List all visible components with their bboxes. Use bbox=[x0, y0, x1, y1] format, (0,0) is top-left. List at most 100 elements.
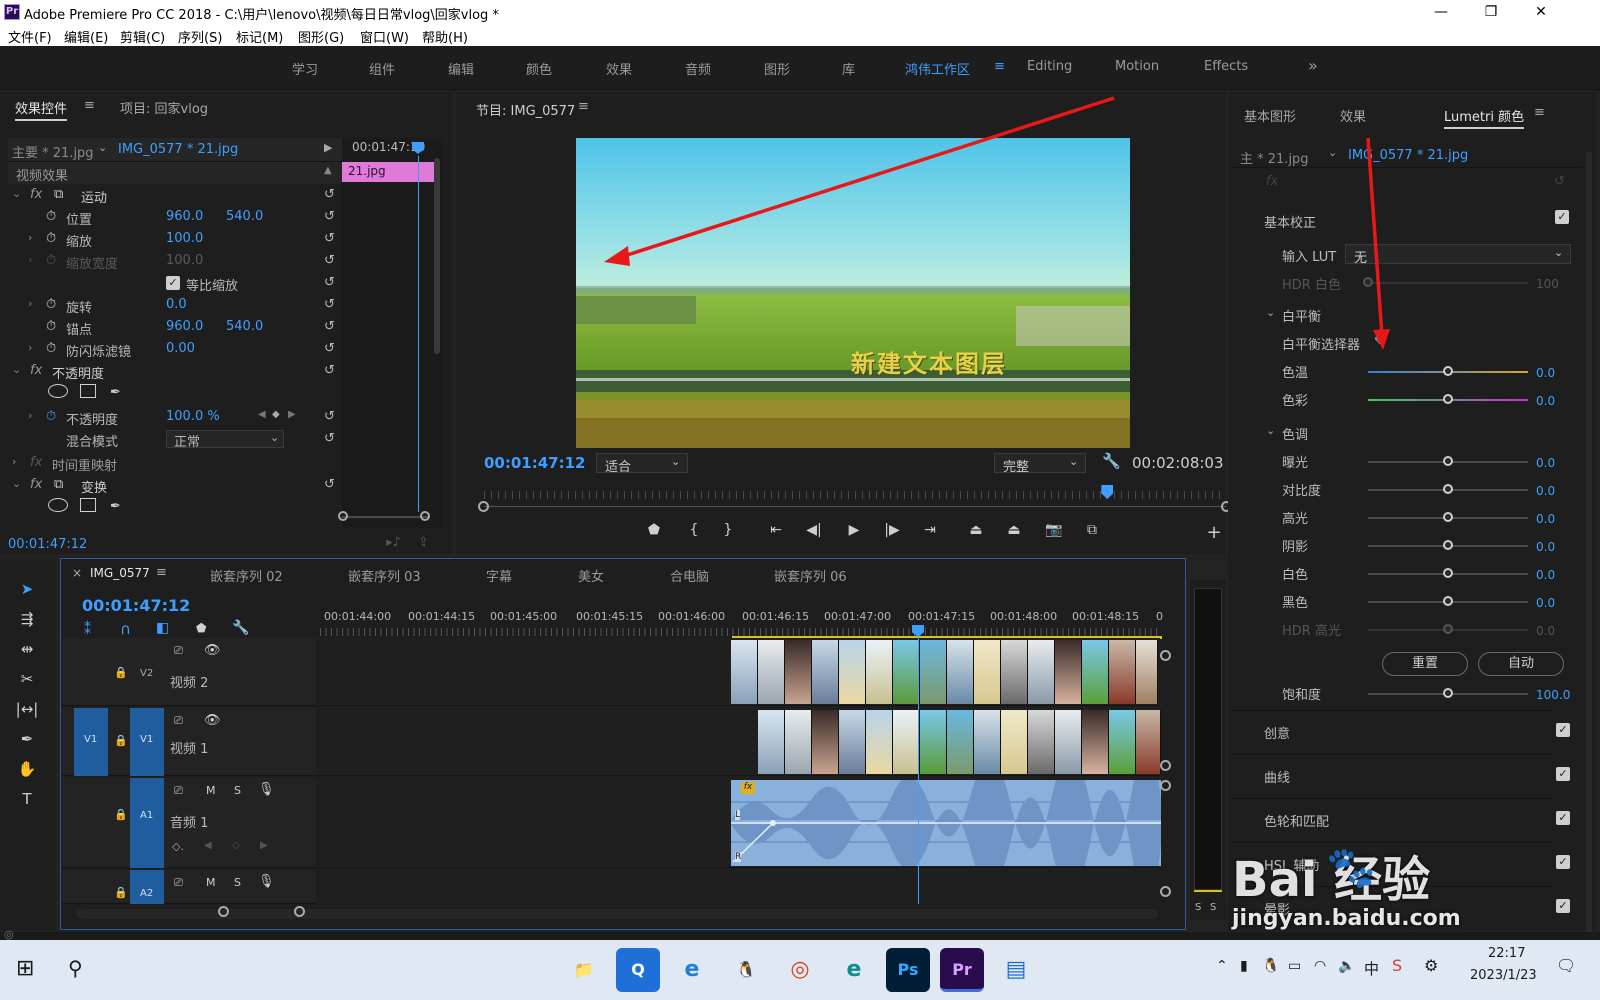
tray-chevron-icon[interactable]: ⌃ bbox=[1216, 958, 1228, 974]
temperature-value[interactable]: 0.0 bbox=[1536, 366, 1555, 380]
clip-thumbnail[interactable] bbox=[1001, 640, 1028, 704]
hsl-checkbox[interactable]: ✓ bbox=[1556, 855, 1570, 869]
track-target-v1[interactable]: V1 bbox=[130, 708, 164, 776]
clip-thumbnail[interactable] bbox=[1028, 710, 1055, 774]
timeline-tab-computer[interactable]: 合电脑 bbox=[670, 566, 709, 585]
panel-menu-icon[interactable]: ≡ bbox=[156, 565, 167, 580]
clip-thumbnail[interactable] bbox=[785, 710, 812, 774]
ec-time-remap-row[interactable]: › fx 时间重映射 bbox=[8, 452, 342, 474]
shadows-knob[interactable] bbox=[1443, 540, 1453, 550]
snap-magnet-icon[interactable]: ∩ bbox=[120, 620, 131, 638]
menu-window[interactable]: 窗口(W) bbox=[360, 27, 409, 46]
toggle-sync-lock-icon[interactable]: ⎚ bbox=[174, 876, 183, 890]
timeline-ruler[interactable]: 00:01:44:00 00:01:44:15 00:01:45:00 00:0… bbox=[320, 608, 1163, 639]
basic-correction-header[interactable]: 基本校正 bbox=[1264, 212, 1316, 231]
chevron-right-icon[interactable]: › bbox=[28, 231, 32, 244]
go-to-in-icon[interactable]: ⇤ bbox=[766, 522, 786, 542]
workspace-effects-cn[interactable]: 效果 bbox=[606, 59, 632, 78]
input-lut-select[interactable]: 无 ⌄ bbox=[1345, 244, 1571, 266]
ec-motion-row[interactable]: ⌄ fx ⧉ 运动 ↺ bbox=[8, 184, 342, 206]
shadows-value[interactable]: 0.0 bbox=[1536, 540, 1555, 554]
ec-scrollbar[interactable] bbox=[434, 158, 440, 354]
reset-icon[interactable]: ↺ bbox=[324, 187, 335, 202]
hamburger-icon[interactable]: ≡ bbox=[994, 59, 1005, 74]
chevron-right-icon[interactable]: › bbox=[28, 341, 32, 354]
quality-select[interactable]: 完整 ⌄ bbox=[994, 453, 1086, 475]
fit-select[interactable]: 适合 ⌄ bbox=[596, 453, 688, 475]
exposure-knob[interactable] bbox=[1443, 456, 1453, 466]
vignette-checkbox[interactable]: ✓ bbox=[1556, 899, 1570, 913]
compare-icon[interactable]: ⧉ bbox=[1082, 522, 1102, 542]
ec-master-clip[interactable]: 主要 * 21.jpg bbox=[12, 142, 94, 161]
add-keyframe-icon[interactable]: ◆ bbox=[272, 409, 280, 420]
ellipse-mask-icon[interactable] bbox=[48, 498, 68, 512]
chrome-icon[interactable]: ◎ bbox=[778, 948, 822, 992]
timeline-tab-nest-06[interactable]: 嵌套序列 06 bbox=[774, 566, 847, 585]
stopwatch-icon[interactable]: ⏱ bbox=[46, 297, 56, 312]
section-color-wheels[interactable]: 色轮和匹配 ✓ bbox=[1232, 798, 1570, 842]
track-target-a2[interactable]: A2 bbox=[130, 870, 164, 904]
rectangle-mask-icon[interactable] bbox=[80, 384, 96, 398]
lock-icon[interactable]: 🔒 bbox=[114, 886, 128, 899]
reset-icon[interactable]: ↺ bbox=[1554, 174, 1565, 189]
eye-icon[interactable]: 👁 bbox=[204, 643, 221, 658]
highlights-value[interactable]: 0.0 bbox=[1536, 512, 1555, 526]
contrast-value[interactable]: 0.0 bbox=[1536, 484, 1555, 498]
mute-button[interactable]: M bbox=[206, 876, 216, 889]
workspace-audio[interactable]: 音频 bbox=[685, 59, 711, 78]
next-keyframe-icon[interactable]: ▶ bbox=[260, 840, 268, 851]
exposure-value[interactable]: 0.0 bbox=[1536, 456, 1555, 470]
rectangle-mask-icon[interactable] bbox=[80, 498, 96, 512]
ellipse-mask-icon[interactable] bbox=[48, 384, 68, 398]
whites-value[interactable]: 0.0 bbox=[1536, 568, 1555, 582]
chevron-right-icon[interactable]: › bbox=[12, 455, 16, 468]
position-y-value[interactable]: 540.0 bbox=[226, 209, 263, 224]
reset-icon[interactable]: ↺ bbox=[324, 477, 335, 492]
track-lane-a2[interactable] bbox=[318, 870, 1160, 904]
whites-knob[interactable] bbox=[1443, 568, 1453, 578]
chevron-open-icon[interactable]: ⌄ bbox=[12, 477, 21, 490]
saturation-knob[interactable] bbox=[1443, 688, 1453, 698]
transform-box-icon[interactable]: ⧉ bbox=[54, 187, 63, 202]
scale-value[interactable]: 100.0 bbox=[166, 231, 203, 246]
timeline-tab-subtitles[interactable]: 字幕 bbox=[486, 566, 512, 585]
mark-in-icon[interactable]: { bbox=[684, 522, 704, 542]
workspace-motion[interactable]: Motion bbox=[1115, 59, 1159, 74]
clip-strip-v2[interactable] bbox=[731, 640, 1161, 704]
program-timecode[interactable]: 00:01:47:12 bbox=[484, 454, 586, 472]
clip-thumbnail[interactable] bbox=[947, 710, 974, 774]
pen-mask-icon[interactable]: ✒ bbox=[110, 499, 121, 514]
a-zoom-handle[interactable] bbox=[1160, 780, 1171, 791]
ec-clip-bar[interactable]: 21.jpg bbox=[342, 162, 438, 182]
fx-badge[interactable]: fx bbox=[741, 782, 755, 794]
prev-keyframe-icon[interactable]: ◀ bbox=[258, 409, 266, 420]
reset-icon[interactable]: ↺ bbox=[324, 231, 335, 246]
lift-icon[interactable]: ⏏ bbox=[966, 522, 986, 542]
ec-zoom-bar[interactable] bbox=[342, 516, 428, 518]
tray-volume-icon[interactable]: 🔈 bbox=[1338, 958, 1355, 974]
clip-thumbnail[interactable] bbox=[974, 640, 1001, 704]
overlay-text-layer[interactable]: 新建文本图层 bbox=[851, 344, 1007, 379]
clip-thumbnail[interactable] bbox=[1109, 640, 1136, 704]
transform-box-icon[interactable]: ⧉ bbox=[54, 477, 63, 492]
workspace-custom[interactable]: 鸿伟工作区 bbox=[905, 59, 970, 78]
timeline-settings-icon[interactable]: 🔧 bbox=[232, 620, 249, 636]
workspace-learn[interactable]: 学习 bbox=[292, 59, 318, 78]
menu-clip[interactable]: 剪辑(C) bbox=[120, 27, 165, 46]
ec-transform-row[interactable]: ⌄ fx ⧉ 变换 ↺ bbox=[8, 474, 342, 496]
reset-icon[interactable]: ↺ bbox=[324, 275, 335, 290]
menu-file[interactable]: 文件(F) bbox=[8, 27, 52, 46]
curves-checkbox[interactable]: ✓ bbox=[1556, 767, 1570, 781]
lumetri-sequence-clip[interactable]: IMG_0577 * 21.jpg bbox=[1348, 148, 1468, 163]
tray-qq-icon[interactable]: 🐧 bbox=[1262, 958, 1279, 974]
timeline-zoom-right-handle[interactable] bbox=[294, 906, 305, 917]
razor-tool-icon[interactable]: ✂ bbox=[14, 670, 40, 694]
clip-thumbnail[interactable] bbox=[731, 640, 758, 704]
windows-start-icon[interactable]: ⊞ bbox=[16, 956, 34, 981]
toggle-sync-lock-icon[interactable]: ⎚ bbox=[174, 784, 183, 798]
stopwatch-icon[interactable]: ⏱ bbox=[46, 341, 56, 356]
clip-thumbnail[interactable] bbox=[893, 640, 920, 704]
menu-graphics[interactable]: 图形(G) bbox=[298, 27, 344, 46]
clip-thumbnail[interactable] bbox=[920, 710, 947, 774]
photoshop-icon[interactable]: Ps bbox=[886, 948, 930, 992]
